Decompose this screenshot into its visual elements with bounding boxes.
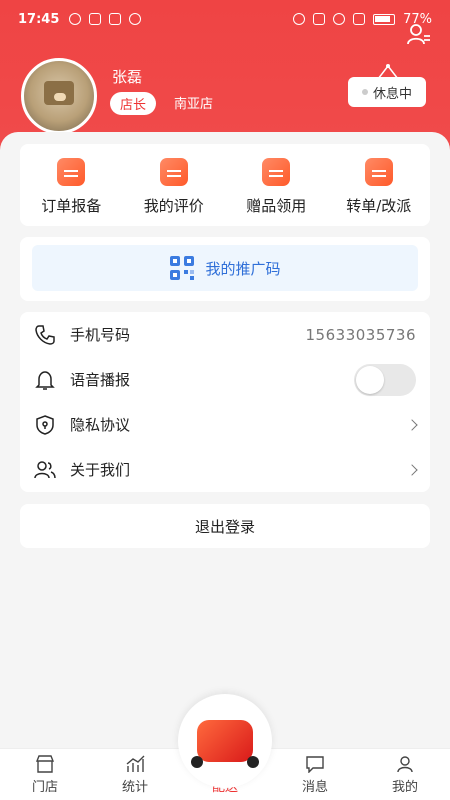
setting-row-about[interactable]: 关于我们: [20, 447, 430, 492]
qr-code-icon: [170, 256, 195, 280]
tab-messages[interactable]: 消息: [270, 749, 360, 800]
transfer-order-icon: [364, 158, 393, 186]
phone-icon: [35, 324, 55, 345]
logout-button[interactable]: 退出登录: [20, 504, 430, 548]
setting-row-privacy[interactable]: 隐私协议: [20, 402, 430, 447]
rest-status-label: 休息中: [372, 86, 412, 102]
quick-action-gift-claim[interactable]: 赠品领用: [225, 144, 328, 226]
quick-action-label: 转单/改派: [346, 197, 412, 215]
app-notification-icon: [89, 13, 102, 25]
users-icon: [34, 460, 56, 478]
gift-icon: [262, 158, 291, 186]
logout-label: 退出登录: [194, 517, 255, 536]
nfc-icon: [313, 13, 326, 25]
status-dot-icon: [361, 89, 368, 95]
app-notification-icon: [129, 13, 142, 25]
chevron-right-icon: [406, 418, 418, 431]
store-icon: [35, 755, 55, 773]
eye-icon: [293, 13, 306, 25]
setting-row-voice: 语音播报: [20, 357, 430, 402]
message-icon: [306, 756, 324, 773]
setting-row-phone[interactable]: 手机号码 15633035736: [20, 312, 430, 357]
tab-store[interactable]: 门店: [0, 749, 90, 800]
main-content: 订单报备 我的评价 赠品领用 转单/改派 我的推广码 手机号码 15633035…: [0, 132, 450, 752]
voice-broadcast-toggle[interactable]: [354, 363, 416, 396]
delivery-scooter-icon: [191, 720, 259, 768]
tab-mine[interactable]: 我的: [360, 749, 450, 800]
app-notification-icon: [69, 13, 82, 25]
order-report-icon: [57, 158, 86, 186]
app-notification-icon: [109, 13, 122, 25]
quick-action-my-reviews[interactable]: 我的评价: [123, 144, 226, 226]
promo-card: 我的推广码: [20, 237, 430, 301]
tab-statistics[interactable]: 统计: [90, 749, 180, 800]
switch-account-icon[interactable]: [406, 22, 432, 48]
rest-status-button[interactable]: 休息中: [348, 77, 426, 107]
bell-icon: [35, 370, 55, 390]
signal-icon: [353, 13, 366, 25]
tab-label: 消息: [301, 780, 328, 795]
toggle-knob: [356, 365, 384, 394]
promo-code-label: 我的推广码: [205, 259, 281, 278]
avatar[interactable]: [21, 58, 97, 134]
quick-action-order-report[interactable]: 订单报备: [20, 144, 123, 226]
bluetooth-icon: [333, 13, 346, 25]
quick-action-label: 赠品领用: [246, 197, 307, 215]
notification-icons: [69, 13, 142, 25]
delivery-center-button[interactable]: [178, 694, 272, 788]
tab-label: 统计: [121, 780, 148, 795]
setting-label: 关于我们: [70, 461, 131, 479]
phone-number-value: 15633035736: [305, 325, 416, 344]
quick-actions-card: 订单报备 我的评价 赠品领用 转单/改派: [20, 144, 430, 226]
review-flower-icon: [159, 158, 188, 186]
status-bar: 17:45 77%: [0, 0, 450, 38]
promo-code-button[interactable]: 我的推广码: [32, 245, 418, 291]
quick-action-transfer-order[interactable]: 转单/改派: [328, 144, 431, 226]
status-time: 17:45: [18, 11, 60, 27]
chart-icon: [126, 755, 145, 772]
tab-label: 我的: [391, 780, 418, 795]
person-icon: [397, 756, 413, 773]
chevron-right-icon: [406, 463, 418, 476]
quick-action-label: 订单报备: [41, 197, 102, 215]
setting-label: 隐私协议: [70, 416, 131, 434]
user-name: 张磊: [112, 68, 143, 86]
shield-icon: [36, 414, 54, 435]
store-name: 南亚店: [174, 97, 214, 112]
quick-action-label: 我的评价: [143, 197, 204, 215]
role-badge: 店长: [110, 92, 157, 115]
settings-card: 手机号码 15633035736 语音播报 隐私协议 关于我们: [20, 312, 430, 492]
tab-label: 门店: [31, 780, 58, 795]
setting-label: 语音播报: [70, 371, 131, 389]
setting-label: 手机号码: [70, 326, 131, 344]
battery-icon: [373, 13, 396, 25]
avatar-image-detail: [54, 93, 66, 101]
